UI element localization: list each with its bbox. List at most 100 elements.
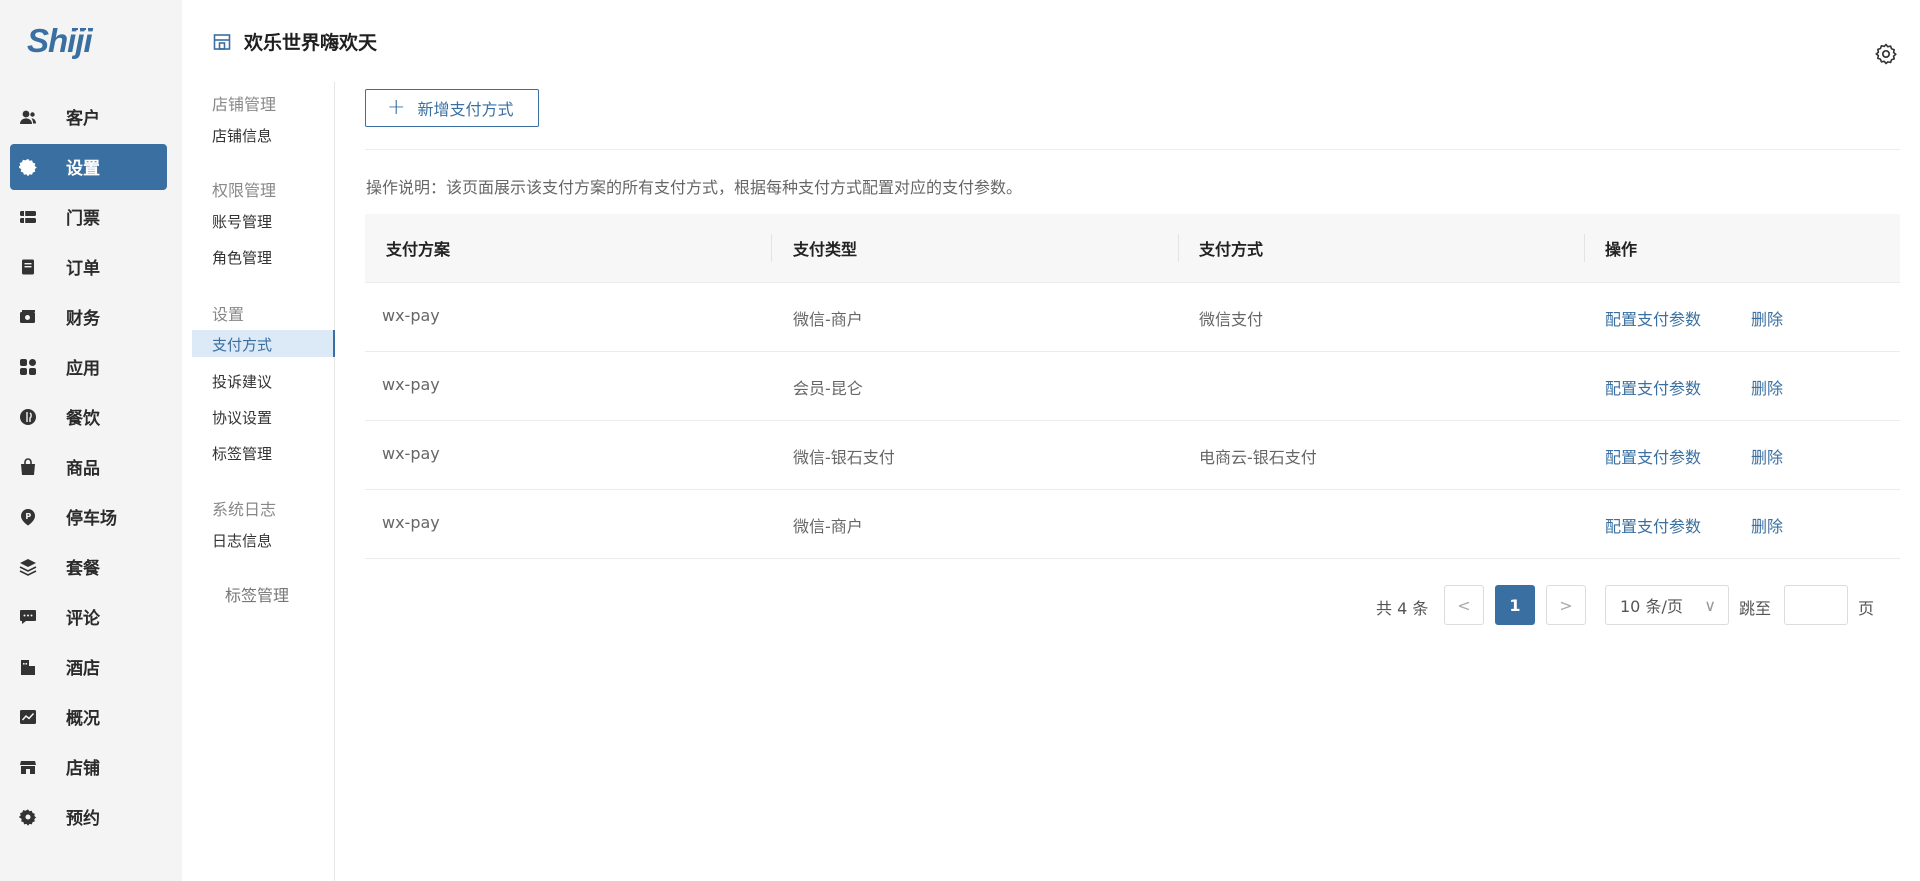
- pagination-prev-button[interactable]: <: [1444, 585, 1484, 625]
- nav-item-label: 预约: [66, 809, 100, 829]
- configure-params-link[interactable]: 配置支付参数: [1605, 375, 1701, 399]
- column-separator: [1584, 234, 1585, 262]
- nav-item-12[interactable]: 概况: [0, 691, 182, 741]
- jump-label: 跳至: [1739, 599, 1772, 618]
- nav-item-8[interactable]: P 停车场: [0, 491, 182, 541]
- nav-list: 客户设置门票订单财务应用餐饮商品 P 停车场套餐评论酒店概况店铺预约: [0, 91, 182, 841]
- nav-item-1[interactable]: 设置: [0, 141, 182, 191]
- delete-link[interactable]: 删除: [1751, 306, 1783, 330]
- delete-link[interactable]: 删除: [1751, 375, 1783, 399]
- cell-scheme: wx-pay: [382, 306, 440, 325]
- nav-item-label: 评论: [66, 609, 100, 629]
- jump-suffix: 页: [1858, 599, 1875, 618]
- cell-type: 微信-商户: [793, 310, 863, 329]
- delete-link[interactable]: 删除: [1751, 513, 1783, 537]
- page-size-value: 10 条/页: [1620, 597, 1683, 616]
- svg-text:P: P: [25, 512, 31, 521]
- table-row: wx-pay 微信-银石支付 电商云-银石支付 配置支付参数 删除: [365, 421, 1900, 490]
- subnav-item-store-info[interactable]: 店铺信息: [212, 125, 272, 146]
- nav-item-label: 酒店: [66, 659, 100, 679]
- subnav-group-title: 系统日志: [212, 500, 277, 519]
- finance-icon: [19, 308, 37, 326]
- subnav-item-accounts[interactable]: 账号管理: [212, 211, 272, 232]
- column-separator: [771, 234, 772, 262]
- nav-item-13[interactable]: 店铺: [0, 741, 182, 791]
- gear-icon: [19, 158, 37, 176]
- nav-item-label: 客户: [66, 109, 100, 129]
- plus-icon: +: [387, 95, 406, 120]
- subnav-item-complaints[interactable]: 投诉建议: [212, 371, 272, 392]
- divider: [365, 149, 1900, 150]
- order-icon: [19, 258, 37, 276]
- table-row: wx-pay 微信-商户 配置支付参数 删除: [365, 490, 1900, 559]
- gear-icon: [19, 808, 37, 826]
- table-row: wx-pay 微信-商户 微信支付 配置支付参数 删除: [365, 283, 1900, 352]
- subnav-item-agreements[interactable]: 协议设置: [212, 407, 272, 428]
- column-header-method: 支付方式: [1199, 240, 1264, 259]
- nav-item-14[interactable]: 预约: [0, 791, 182, 841]
- subnav-item-tags[interactable]: 标签管理: [212, 443, 272, 464]
- settings-gear-icon[interactable]: [1874, 42, 1898, 66]
- nav-item-label: 设置: [66, 159, 100, 179]
- sub-nav: 店铺管理 店铺信息 权限管理 账号管理 角色管理 设置 支付方式 投诉建议 协议…: [182, 82, 335, 881]
- cell-type: 会员-昆仑: [793, 379, 863, 398]
- configure-params-link[interactable]: 配置支付参数: [1605, 444, 1701, 468]
- nav-item-0[interactable]: 客户: [0, 91, 182, 141]
- chevron-down-icon: ∨: [1704, 596, 1716, 615]
- configure-params-link[interactable]: 配置支付参数: [1605, 513, 1701, 537]
- parking-icon: P: [19, 508, 37, 526]
- cell-method: 微信支付: [1199, 310, 1264, 329]
- dining-icon: [19, 408, 37, 426]
- add-payment-method-button[interactable]: + 新增支付方式: [365, 89, 539, 127]
- nav-item-2[interactable]: 门票: [0, 191, 182, 241]
- subnav-item-payment-methods[interactable]: 支付方式: [212, 334, 272, 355]
- subnav-group-title: 设置: [212, 305, 245, 324]
- nav-item-3[interactable]: 订单: [0, 241, 182, 291]
- column-header-action: 操作: [1605, 240, 1638, 259]
- subnav-item-roles[interactable]: 角色管理: [212, 247, 272, 268]
- cell-scheme: wx-pay: [382, 444, 440, 463]
- table-body: wx-pay 微信-商户 微信支付 配置支付参数 删除 wx-pay 会员-昆仑 配置支付参数…: [365, 283, 1900, 559]
- chevron-left-icon: <: [1457, 595, 1471, 615]
- payment-methods-table: 支付方案 支付类型 支付方式 操作 wx-pay 微信-商户 微信支付 配置支付参数删…: [365, 214, 1900, 559]
- chart-icon: [19, 708, 37, 726]
- subnav-extra-tags[interactable]: 标签管理: [225, 582, 289, 606]
- store-icon: [213, 33, 231, 50]
- nav-item-5[interactable]: 应用: [0, 341, 182, 391]
- nav-item-6[interactable]: 餐饮: [0, 391, 182, 441]
- nav-item-label: 店铺: [66, 759, 100, 779]
- nav-item-7[interactable]: 商品: [0, 441, 182, 491]
- cell-method: 电商云-银石支付: [1199, 448, 1317, 467]
- nav-item-4[interactable]: 财务: [0, 291, 182, 341]
- add-button-label: 新增支付方式: [417, 100, 514, 119]
- subnav-item-logs[interactable]: 日志信息: [212, 530, 272, 551]
- jump-page-input[interactable]: [1784, 585, 1848, 625]
- left-nav: Shiji 客户 设置 门票 订单 财务 应用 餐饮 商品 P 停车场 套餐 评论 酒店 概况 店铺 预约: [0, 0, 182, 881]
- nav-item-11[interactable]: 酒店: [0, 641, 182, 691]
- nav-item-label: 订单: [66, 259, 100, 279]
- page-header: 欢乐世界嗨欢天: [212, 28, 377, 55]
- apps-icon: [19, 358, 37, 376]
- pagination-total: 共 4 条: [1376, 599, 1429, 618]
- page-title: 欢乐世界嗨欢天: [244, 32, 378, 54]
- subnav-group-title: 店铺管理: [212, 95, 277, 114]
- pagination-page-1[interactable]: 1: [1495, 585, 1535, 625]
- configure-params-link[interactable]: 配置支付参数: [1605, 306, 1701, 330]
- nav-item-label: 餐饮: [66, 409, 100, 429]
- bag-icon: [19, 458, 37, 476]
- hotel-icon: [19, 658, 37, 676]
- table-row: wx-pay 会员-昆仑 配置支付参数 删除: [365, 352, 1900, 421]
- user-icon: [19, 108, 37, 126]
- nav-item-label: 门票: [66, 209, 100, 229]
- delete-link[interactable]: 删除: [1751, 444, 1783, 468]
- cell-scheme: wx-pay: [382, 375, 440, 394]
- table-header: 支付方案 支付类型 支付方式 操作: [365, 214, 1900, 283]
- page-size-select[interactable]: 10 条/页 ∨: [1605, 585, 1729, 625]
- nav-item-label: 套餐: [66, 559, 100, 579]
- pagination-next-button[interactable]: >: [1546, 585, 1586, 625]
- nav-item-9[interactable]: 套餐: [0, 541, 182, 591]
- comment-icon: [19, 608, 37, 626]
- page-description: 操作说明：该页面展示该支付方案的所有支付方式，根据每种支付方式配置对应的支付参数…: [366, 178, 1023, 197]
- nav-item-label: 应用: [66, 359, 100, 379]
- nav-item-10[interactable]: 评论: [0, 591, 182, 641]
